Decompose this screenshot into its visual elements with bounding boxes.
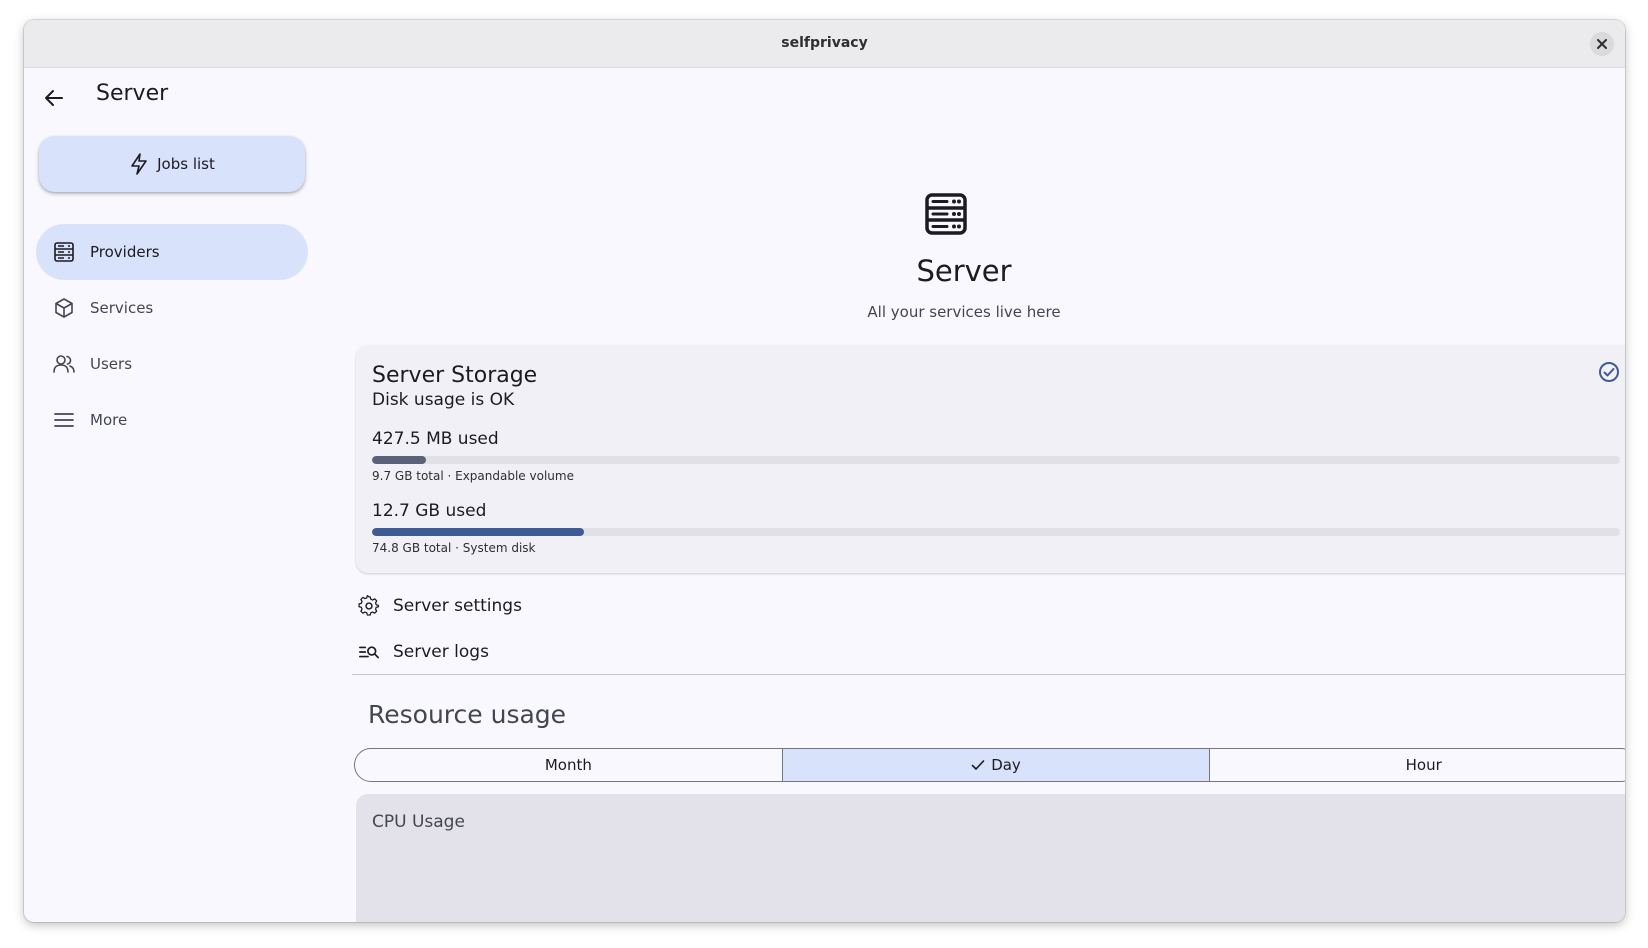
app-window: selfprivacy Server Jobs list Providers S… — [24, 20, 1625, 922]
sidebar-item-label: Providers — [90, 243, 160, 261]
period-label: Month — [544, 756, 592, 774]
sidebar-item-users[interactable]: Users — [36, 336, 308, 392]
close-button[interactable] — [1590, 32, 1614, 56]
sidebar-item-label: Services — [90, 299, 154, 317]
disk-usage-bar — [372, 528, 1620, 536]
check-icon — [971, 760, 985, 770]
server-settings-link[interactable]: Server settings — [358, 595, 522, 617]
disk-used: 427.5 MB used — [372, 429, 499, 449]
arrow-left-icon — [45, 90, 63, 106]
menu-icon — [52, 408, 76, 432]
server-storage-card[interactable]: Server Storage Disk usage is OK 427.5 MB… — [356, 345, 1625, 573]
period-label: Day — [991, 756, 1021, 774]
server-logs-link[interactable]: Server logs — [358, 641, 489, 663]
main-content: Server All your services live here Serve… — [314, 68, 1625, 922]
server-logs-label: Server logs — [393, 642, 489, 662]
disk-meta: 74.8 GB total · System disk — [372, 541, 536, 555]
disk-volume: 427.5 MB used 9.7 GB total · Expandable … — [372, 429, 1620, 483]
resource-usage-title: Resource usage — [368, 700, 567, 729]
server-icon — [52, 240, 76, 264]
storage-title: Server Storage — [372, 363, 538, 388]
sidebar-nav: Providers Services Users More — [36, 224, 308, 448]
period-selector: Month Day Hour — [354, 748, 1625, 782]
bolt-icon — [131, 153, 147, 175]
box-icon — [52, 296, 76, 320]
jobs-list-label: Jobs list — [157, 155, 215, 173]
sidebar-item-label: More — [90, 411, 128, 429]
server-icon — [925, 193, 967, 239]
title-bar: selfprivacy — [24, 20, 1625, 68]
close-icon — [1597, 39, 1607, 49]
disk-meta: 9.7 GB total · Expandable volume — [372, 469, 574, 483]
hero-title: Server — [916, 254, 1012, 288]
period-hour[interactable]: Hour — [1210, 749, 1625, 781]
page-title: Server — [96, 81, 169, 106]
search-list-icon — [359, 646, 379, 659]
cpu-usage-title: CPU Usage — [372, 812, 465, 832]
users-icon — [52, 352, 76, 376]
hero-subtitle: All your services live here — [867, 303, 1061, 321]
storage-status: Disk usage is OK — [372, 390, 515, 410]
disk-usage-fill — [372, 528, 585, 536]
sidebar-item-label: Users — [90, 355, 133, 373]
disk-usage-bar — [372, 456, 1620, 464]
window-title: selfprivacy — [781, 35, 868, 51]
sidebar-item-providers[interactable]: Providers — [36, 224, 308, 280]
disk-used: 12.7 GB used — [372, 501, 487, 521]
sidebar-item-services[interactable]: Services — [36, 280, 308, 336]
back-button[interactable] — [38, 82, 70, 114]
period-month[interactable]: Month — [355, 749, 783, 781]
sidebar-item-more[interactable]: More — [36, 392, 308, 448]
period-day[interactable]: Day — [782, 749, 1211, 781]
server-settings-label: Server settings — [393, 596, 522, 616]
disk-system: 12.7 GB used 74.8 GB total · System disk — [372, 501, 1620, 555]
disk-usage-fill — [372, 456, 426, 464]
divider — [352, 674, 1625, 675]
cpu-usage-card: CPU Usage — [356, 794, 1625, 922]
gear-icon — [358, 595, 380, 616]
check-circle-icon — [1598, 361, 1620, 387]
jobs-list-button[interactable]: Jobs list — [39, 136, 305, 192]
period-label: Hour — [1405, 756, 1442, 774]
